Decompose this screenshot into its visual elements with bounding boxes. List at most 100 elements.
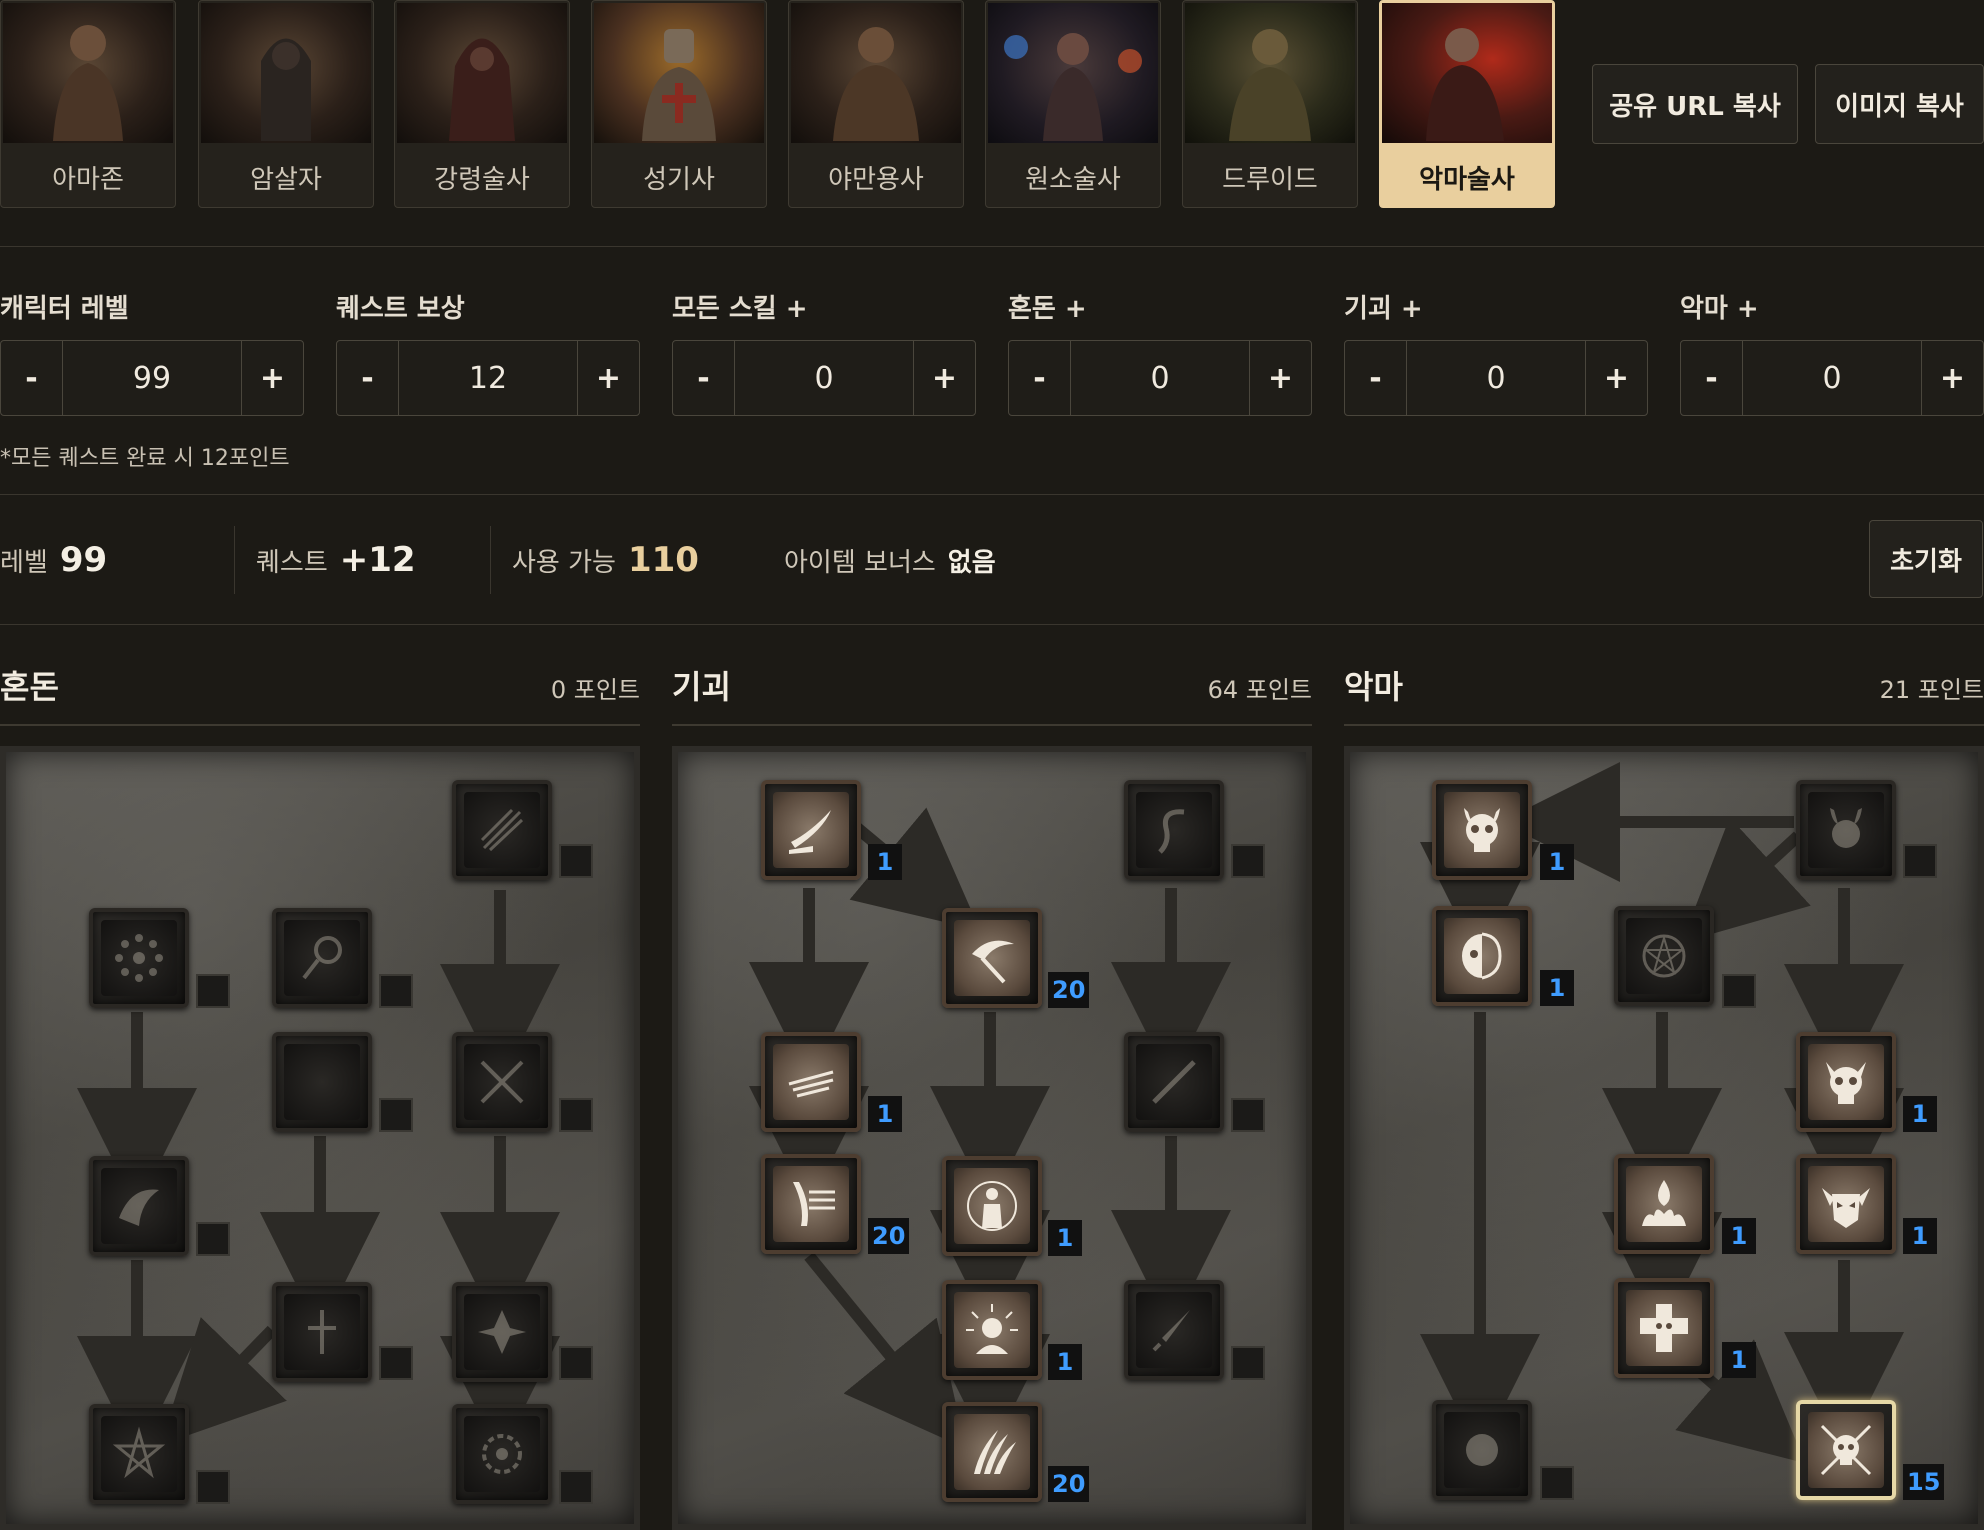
scythe-icon	[954, 920, 1030, 996]
class-tab-barbarian[interactable]: 야만용사	[788, 0, 964, 208]
level-label: 레벨	[0, 547, 48, 578]
claw-icon	[464, 792, 540, 868]
decrement-button[interactable]: -	[673, 341, 735, 415]
eldritch-skill-tree: 1 20 1 20 1 1 20	[672, 746, 1312, 1530]
skill-tile[interactable]	[761, 1032, 861, 1132]
amazon-portrait	[3, 3, 173, 143]
level-slot	[1540, 1466, 1574, 1500]
decrement-button[interactable]: -	[1, 341, 63, 415]
pentagram-icon	[101, 1416, 177, 1492]
class-tab-paladin[interactable]: 성기사	[591, 0, 767, 208]
skill-level: 20	[868, 1218, 910, 1254]
level-slot	[559, 844, 593, 878]
skill-tile[interactable]	[89, 1156, 189, 1256]
skill-tile[interactable]	[1796, 1154, 1896, 1254]
increment-button[interactable]: +	[241, 341, 303, 415]
class-tab-label: 아마존	[52, 164, 124, 195]
skill-tile[interactable]	[942, 908, 1042, 1008]
available-value: 110	[627, 540, 699, 580]
increment-button[interactable]: +	[1249, 341, 1311, 415]
skill-tile[interactable]	[942, 1402, 1042, 1502]
skill-tile[interactable]	[1796, 780, 1896, 880]
copy-share-url-button[interactable]: 공유 URL 복사	[1592, 64, 1798, 144]
eldritch-bonus-value[interactable]: 0	[1407, 341, 1585, 415]
skill-tile[interactable]	[1796, 1400, 1896, 1500]
decrement-button[interactable]: -	[1345, 341, 1407, 415]
skill-level: 1	[1903, 1096, 1937, 1132]
character-level-value[interactable]: 99	[63, 341, 241, 415]
level-slot	[1722, 974, 1756, 1008]
barbarian-portrait	[791, 3, 961, 143]
summoning-circle-icon	[1626, 918, 1702, 994]
demon-skill-tree: 1 1 1 1 1 1 15	[1344, 746, 1984, 1530]
demon-bonus-value[interactable]: 0	[1743, 341, 1921, 415]
slash-icon	[773, 1044, 849, 1120]
skill-level: 20	[1048, 1466, 1090, 1502]
decrement-button[interactable]: -	[1681, 341, 1743, 415]
skill-tile[interactable]	[89, 908, 189, 1008]
available-label: 사용 가능	[512, 547, 616, 578]
skill-tile[interactable]	[452, 1032, 552, 1132]
increment-button[interactable]: +	[1921, 341, 1983, 415]
level-slot	[559, 1470, 593, 1504]
demon-tree-points: 21 포인트	[1879, 676, 1984, 704]
level-slot	[559, 1346, 593, 1380]
skill-tile[interactable]	[1432, 1400, 1532, 1500]
sigil-icon	[284, 920, 360, 996]
decrement-button[interactable]: -	[1009, 341, 1071, 415]
increment-button[interactable]: +	[913, 341, 975, 415]
skill-tile[interactable]	[452, 1404, 552, 1504]
shatter-icon	[464, 1294, 540, 1370]
crescent-icon	[284, 1044, 360, 1120]
class-tab-warlock[interactable]: 악마술사	[1379, 0, 1555, 208]
increment-button[interactable]: +	[577, 341, 639, 415]
quest-value: +12	[339, 540, 416, 580]
rune-icon	[284, 1294, 360, 1370]
skill-level: 1	[1540, 970, 1574, 1006]
class-tab-druid[interactable]: 드루이드	[1182, 0, 1358, 208]
quest-reward-value[interactable]: 12	[399, 341, 577, 415]
level-slot	[1231, 844, 1265, 878]
skill-tile[interactable]	[272, 1032, 372, 1132]
dagger-icon	[1136, 1292, 1212, 1368]
skill-tile[interactable]	[942, 1156, 1042, 1256]
all-skills-value[interactable]: 0	[735, 341, 913, 415]
summary-available: 사용 가능 110	[512, 530, 699, 590]
skill-tile[interactable]	[272, 1282, 372, 1382]
skill-tile[interactable]	[272, 908, 372, 1008]
skill-tile[interactable]	[452, 780, 552, 880]
skill-tile[interactable]	[89, 1404, 189, 1504]
skill-level: 1	[1540, 844, 1574, 880]
skill-tile[interactable]	[1124, 1032, 1224, 1132]
summary-item-bonus: 아이템 보너스 없음	[784, 530, 996, 590]
demon-bonus-label: 악마 +	[1680, 294, 1759, 324]
class-tab-amazon[interactable]: 아마존	[0, 0, 176, 208]
skill-tile[interactable]	[761, 1154, 861, 1254]
skill-tile[interactable]	[1614, 1278, 1714, 1378]
chaos-bonus-value[interactable]: 0	[1071, 341, 1249, 415]
chaos-tree-title: 혼돈	[0, 668, 59, 706]
skill-tile[interactable]	[1124, 780, 1224, 880]
class-tab-assassin[interactable]: 암살자	[198, 0, 374, 208]
skill-tile[interactable]	[1432, 780, 1532, 880]
class-tab-sorceress[interactable]: 원소술사	[985, 0, 1161, 208]
skill-tile[interactable]	[942, 1280, 1042, 1380]
vortex-icon	[464, 1416, 540, 1492]
skill-tile[interactable]	[1124, 1280, 1224, 1380]
class-tab-necromancer[interactable]: 강령술사	[394, 0, 570, 208]
skill-tile[interactable]	[1796, 1032, 1896, 1132]
skill-tile[interactable]	[761, 780, 861, 880]
skill-tile[interactable]	[452, 1282, 552, 1382]
decrement-button[interactable]: -	[337, 341, 399, 415]
skill-tile[interactable]	[1614, 906, 1714, 1006]
blade-rain-icon	[773, 1166, 849, 1242]
warlock-portrait	[1382, 3, 1552, 143]
skill-tile[interactable]	[1614, 1154, 1714, 1254]
reset-button[interactable]: 초기화	[1869, 520, 1983, 598]
divider	[672, 724, 1312, 726]
skill-tile[interactable]	[1432, 906, 1532, 1006]
copy-image-button[interactable]: 이미지 복사	[1815, 64, 1984, 144]
level-slot	[379, 1346, 413, 1380]
necromancer-portrait	[397, 3, 567, 143]
increment-button[interactable]: +	[1585, 341, 1647, 415]
